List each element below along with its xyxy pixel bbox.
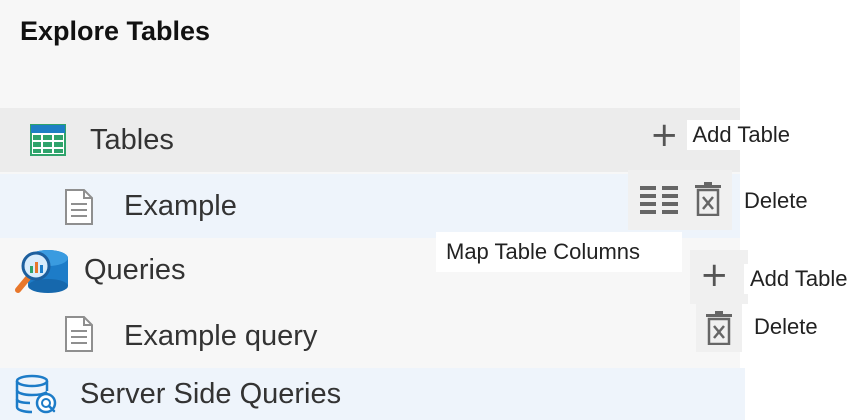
delete-query-button[interactable]: Delete bbox=[754, 314, 818, 340]
tree-item-label: Queries bbox=[84, 253, 186, 286]
add-query-button-icon-box[interactable]: + bbox=[690, 244, 750, 304]
example-actions bbox=[628, 170, 732, 230]
document-icon bbox=[65, 189, 93, 225]
plus-icon: + bbox=[650, 115, 679, 155]
tree-item-label: Tables bbox=[90, 123, 174, 156]
tree-item-label: Example query bbox=[124, 319, 318, 352]
query-actions bbox=[696, 304, 742, 352]
add-table-button-queries[interactable]: Add Table bbox=[744, 264, 854, 294]
tree-item-queries[interactable]: Queries bbox=[0, 238, 740, 302]
plus-icon: + bbox=[700, 255, 729, 295]
delete-button[interactable]: Delete bbox=[744, 188, 808, 214]
tree-item-tables[interactable]: Tables bbox=[0, 108, 740, 172]
table-grid-icon bbox=[30, 124, 66, 156]
add-table-label: Add Table bbox=[686, 120, 796, 150]
add-table-button[interactable]: + Add Table bbox=[650, 118, 796, 152]
database-search-icon bbox=[15, 374, 57, 414]
tree-item-label: Example bbox=[124, 189, 237, 222]
document-icon bbox=[65, 316, 93, 352]
add-table-label: Add Table bbox=[744, 264, 854, 294]
database-search-icon bbox=[15, 250, 68, 293]
delete-label: Delete bbox=[744, 188, 808, 213]
panel-title: Explore Tables bbox=[20, 16, 211, 46]
tree-item-example-query[interactable]: Example query bbox=[0, 304, 740, 368]
delete-icon[interactable] bbox=[694, 182, 722, 216]
map-columns-icon[interactable] bbox=[640, 184, 680, 216]
tree-item-label: Server Side Queries bbox=[80, 377, 342, 410]
tree-item-server-side-queries[interactable]: Server Side Queries bbox=[0, 368, 745, 420]
delete-label: Delete bbox=[754, 314, 818, 339]
delete-icon[interactable] bbox=[705, 311, 733, 345]
